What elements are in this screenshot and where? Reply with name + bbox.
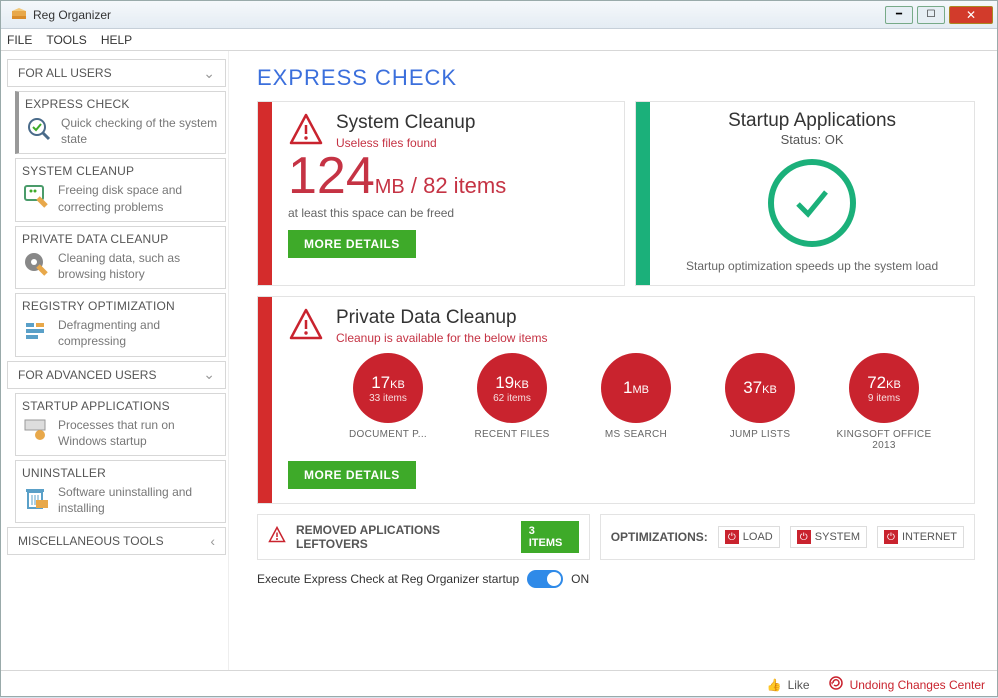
- sidebar-item-uninstaller[interactable]: UNINSTALLER Software uninstalling and in…: [15, 460, 226, 523]
- chevron-left-icon: ‹: [210, 533, 215, 549]
- window-controls: ━ ☐ ✕: [885, 6, 993, 24]
- page-title: EXPRESS CHECK: [257, 65, 975, 91]
- minimize-button[interactable]: ━: [885, 6, 913, 24]
- statusbar: 👍 Like Undoing Changes Center: [1, 670, 997, 698]
- optimizations-label: OPTIMIZATIONS:: [611, 530, 708, 544]
- nav-title: EXPRESS CHECK: [25, 95, 219, 115]
- nav-desc: Freeing disk space and correcting proble…: [58, 182, 219, 214]
- undo-circle-icon: [828, 675, 844, 694]
- sidebar-item-express-check[interactable]: EXPRESS CHECK Quick checking of the syst…: [15, 91, 226, 154]
- startup-status: Status: OK: [660, 132, 964, 147]
- close-button[interactable]: ✕: [949, 6, 993, 24]
- nav-desc: Defragmenting and compressing: [58, 317, 219, 349]
- leftovers-badge: 3 ITEMS: [521, 521, 579, 553]
- title-text: Reg Organizer: [33, 8, 885, 22]
- toggle-state: ON: [571, 572, 589, 586]
- checkmark-circle-icon: [768, 159, 856, 247]
- power-icon: ⏻: [797, 530, 811, 544]
- card-title: Private Data Cleanup: [336, 307, 547, 329]
- section-label: FOR ADVANCED USERS: [18, 368, 156, 382]
- nav-title: PRIVATE DATA CLEANUP: [22, 230, 219, 250]
- startup-toggle-row: Execute Express Check at Reg Organizer s…: [257, 570, 975, 588]
- size-value: 124: [288, 147, 375, 205]
- status-stripe-green: [636, 102, 650, 285]
- card-title: System Cleanup: [336, 112, 475, 134]
- nav-desc: Cleaning data, such as browsing history: [58, 250, 219, 282]
- menu-help[interactable]: HELP: [101, 33, 132, 47]
- power-icon: ⏻: [884, 530, 898, 544]
- menubar: FILE TOOLS HELP: [1, 29, 997, 51]
- more-details-button[interactable]: MORE DETAILS: [288, 230, 416, 258]
- status-stripe-red: [258, 297, 272, 503]
- thumbs-up-icon: 👍: [767, 678, 782, 692]
- chevron-down-icon: ⌄: [203, 65, 215, 82]
- chevron-down-icon: ⌄: [203, 366, 215, 383]
- disk-broom-icon: [22, 182, 50, 210]
- bubble-recent[interactable]: 19KB62 itemsRECENT FILES: [462, 353, 562, 451]
- trash-box-icon: [22, 484, 50, 512]
- opt-internet-button[interactable]: ⏻INTERNET: [877, 526, 964, 548]
- startup-note: Startup optimization speeds up the syste…: [660, 259, 964, 273]
- toggle-label: Execute Express Check at Reg Organizer s…: [257, 572, 519, 586]
- card-subtitle: Cleanup is available for the below items: [336, 331, 547, 345]
- card-title: Startup Applications: [660, 110, 964, 132]
- warning-triangle-icon: [288, 307, 324, 343]
- nav-title: REGISTRY OPTIMIZATION: [22, 297, 219, 317]
- undoing-changes-button[interactable]: Undoing Changes Center: [828, 675, 985, 694]
- nav-desc: Software uninstalling and installing: [58, 484, 219, 516]
- section-header-all-users[interactable]: FOR ALL USERS ⌄: [7, 59, 226, 87]
- leftovers-label: REMOVED APLICATIONS LEFTOVERS: [296, 523, 511, 551]
- bubble-mssearch[interactable]: 1MBMS SEARCH: [586, 353, 686, 451]
- sidebar: FOR ALL USERS ⌄ EXPRESS CHECK Quick chec…: [1, 51, 229, 670]
- bubble-kingsoft[interactable]: 72KB9 itemsKINGSOFT OFFICE 2013: [834, 353, 934, 451]
- magnifier-check-icon: [25, 115, 53, 143]
- app-icon: [11, 7, 27, 23]
- status-stripe-red: [258, 102, 272, 285]
- startup-toggle[interactable]: [527, 570, 563, 588]
- nav-title: UNINSTALLER: [22, 464, 219, 484]
- defrag-icon: [22, 317, 50, 345]
- nav-desc: Processes that run on Windows startup: [58, 417, 219, 449]
- maximize-button[interactable]: ☐: [917, 6, 945, 24]
- more-details-button[interactable]: MORE DETAILS: [288, 461, 416, 489]
- sidebar-item-registry-opt[interactable]: REGISTRY OPTIMIZATION Defragmenting and …: [15, 293, 226, 356]
- nav-title: SYSTEM CLEANUP: [22, 162, 219, 182]
- menu-tools[interactable]: TOOLS: [46, 33, 86, 47]
- panel-leftovers[interactable]: REMOVED APLICATIONS LEFTOVERS 3 ITEMS: [257, 514, 590, 560]
- menu-file[interactable]: FILE: [7, 33, 32, 47]
- startup-flag-icon: [22, 417, 50, 445]
- disc-broom-icon: [22, 250, 50, 278]
- opt-system-button[interactable]: ⏻SYSTEM: [790, 526, 867, 548]
- app-window: Reg Organizer ━ ☐ ✕ FILE TOOLS HELP FOR …: [0, 0, 998, 697]
- panel-optimizations: OPTIMIZATIONS: ⏻LOAD ⏻SYSTEM ⏻INTERNET: [600, 514, 975, 560]
- nav-title: STARTUP APPLICATIONS: [22, 397, 219, 417]
- section-label: FOR ALL USERS: [18, 66, 112, 80]
- items-text: / 82 items: [405, 173, 506, 198]
- warning-triangle-icon: [288, 112, 324, 148]
- bubble-document[interactable]: 17KB33 itemsDOCUMENT P...: [338, 353, 438, 451]
- cleanup-note: at least this space can be freed: [288, 206, 608, 220]
- main-content: EXPRESS CHECK System Cleanup Useless fil…: [229, 51, 997, 670]
- sidebar-item-private-data[interactable]: PRIVATE DATA CLEANUP Cleaning data, such…: [15, 226, 226, 289]
- size-unit: MB: [375, 176, 405, 198]
- warning-triangle-icon: [268, 526, 286, 549]
- nav-desc: Quick checking of the system state: [61, 115, 219, 147]
- cleanup-size: 124MB / 82 items: [288, 150, 608, 202]
- sidebar-item-system-cleanup[interactable]: SYSTEM CLEANUP Freeing disk space and co…: [15, 158, 226, 221]
- section-header-advanced[interactable]: FOR ADVANCED USERS ⌄: [7, 361, 226, 389]
- bubble-jumplists[interactable]: 37KBJUMP LISTS: [710, 353, 810, 451]
- sidebar-item-startup-apps[interactable]: STARTUP APPLICATIONS Processes that run …: [15, 393, 226, 456]
- opt-load-button[interactable]: ⏻LOAD: [718, 526, 780, 548]
- titlebar[interactable]: Reg Organizer ━ ☐ ✕: [1, 1, 997, 29]
- like-button[interactable]: 👍 Like: [767, 678, 810, 692]
- card-startup-apps: Startup Applications Status: OK Startup …: [635, 101, 975, 286]
- card-system-cleanup: System Cleanup Useless files found 124MB…: [257, 101, 625, 286]
- bubble-row: 17KB33 itemsDOCUMENT P... 19KB62 itemsRE…: [338, 353, 958, 451]
- power-icon: ⏻: [725, 530, 739, 544]
- card-private-data: Private Data Cleanup Cleanup is availabl…: [257, 296, 975, 504]
- section-label: MISCELLANEOUS TOOLS: [18, 534, 164, 548]
- section-header-misc[interactable]: MISCELLANEOUS TOOLS ‹: [7, 527, 226, 555]
